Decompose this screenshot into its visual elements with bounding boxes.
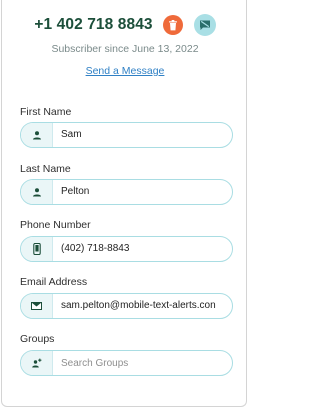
send-message-link[interactable]: Send a Message [2, 65, 248, 77]
contact-panel: +1 402 718 8843 Subscriber since June 13… [1, 0, 247, 407]
message-blocked-icon [199, 20, 210, 30]
groups-search-field[interactable] [20, 350, 233, 376]
group-add-icon [31, 358, 41, 368]
person-icon [32, 188, 41, 197]
block-messages-button[interactable] [193, 14, 216, 36]
groups-search-input[interactable] [61, 351, 229, 375]
email-address-value[interactable]: sam.pelton@mobile-text-alerts.con [61, 294, 232, 318]
contact-header: +1 402 718 8843 [2, 13, 248, 37]
first-name-value[interactable]: Sam [61, 123, 232, 147]
subscriber-since-text: Subscriber since June 13, 2022 [51, 43, 199, 55]
last-name-value[interactable]: Pelton [61, 180, 232, 204]
groups-label: Groups [20, 333, 55, 345]
first-name-field[interactable]: Sam [20, 122, 233, 148]
mobile-phone-icon [32, 243, 41, 255]
trash-icon [168, 19, 177, 30]
phone-number-label: Phone Number [20, 219, 91, 231]
email-address-field[interactable]: sam.pelton@mobile-text-alerts.con [20, 293, 233, 319]
contact-phone-title: +1 402 718 8843 [34, 16, 153, 33]
phone-number-value[interactable]: (402) 718-8843 [61, 237, 232, 261]
phone-number-field[interactable]: (402) 718-8843 [20, 236, 233, 262]
delete-contact-button[interactable] [162, 15, 183, 35]
envelope-icon [31, 302, 42, 310]
last-name-label: Last Name [20, 163, 71, 175]
last-name-field[interactable]: Pelton [20, 179, 233, 205]
person-icon [32, 131, 41, 140]
email-address-label: Email Address [20, 276, 88, 288]
first-name-label: First Name [20, 106, 72, 118]
